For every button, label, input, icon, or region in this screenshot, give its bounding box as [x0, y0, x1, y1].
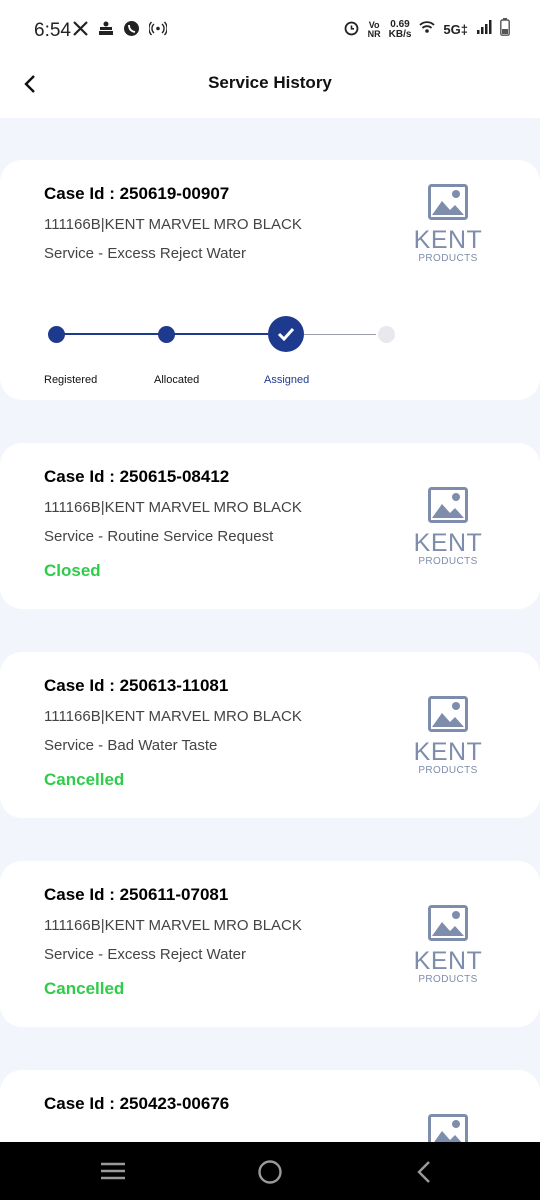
brand-logo-text: KENT — [413, 738, 483, 766]
hotspot-icon — [148, 20, 168, 42]
service-history-list[interactable]: Case Id : 250619-00907 111166B|KENT MARV… — [0, 118, 540, 1142]
product-name: 111166B|KENT MARVEL MRO BLACK — [44, 917, 302, 934]
signal-icon — [476, 19, 492, 40]
product-name: 111166B|KENT MARVEL MRO BLACK — [44, 708, 302, 725]
net-speed: 0.69 KB/s — [388, 18, 412, 40]
step-dot-assigned — [268, 316, 304, 352]
brand-logo-text: KENT — [413, 529, 483, 557]
product-thumbnail — [410, 1114, 486, 1142]
status-tracker: Registered Allocated Assigned — [0, 310, 540, 386]
step-label-registered: Registered — [44, 374, 98, 386]
system-nav-bar — [0, 1142, 540, 1200]
service-card[interactable]: Case Id : 250423-00676 — [0, 1070, 540, 1142]
step-label-assigned: Assigned — [264, 374, 310, 386]
brand-sub-text: PRODUCTS — [418, 556, 478, 567]
recents-icon — [101, 1162, 125, 1180]
home-icon — [258, 1160, 282, 1184]
service-type: Service - Excess Reject Water — [44, 946, 246, 963]
alarm-icon — [343, 19, 360, 41]
brand-sub-text: PRODUCTS — [418, 765, 478, 776]
system-back-button[interactable] — [416, 1160, 432, 1189]
status-bar: 6:54 Vo NR 0.69 KB/s 5G‡ — [0, 0, 540, 62]
status-right-icons: Vo NR 0.69 KB/s 5G‡ — [343, 18, 510, 41]
notification-app-icon — [98, 20, 114, 42]
recents-button[interactable] — [100, 1162, 126, 1185]
app-header: Service History — [0, 62, 540, 118]
step-dot-pending — [378, 326, 395, 343]
brand-sub-text: PRODUCTS — [418, 974, 478, 985]
case-id: Case Id : 250611-07081 — [44, 885, 229, 904]
service-card[interactable]: Case Id : 250619-00907 111166B|KENT MARV… — [0, 160, 540, 400]
service-type: Service - Routine Service Request — [44, 528, 274, 545]
nr-label: NR — [367, 28, 381, 39]
image-placeholder-icon — [428, 1114, 468, 1142]
product-thumbnail: KENT PRODUCTS — [410, 184, 486, 264]
brand-logo-text: KENT — [413, 947, 483, 975]
whatsapp-icon — [123, 20, 140, 42]
image-placeholder-icon — [428, 184, 468, 220]
service-card[interactable]: Case Id : 250615-08412 111166B|KENT MARV… — [0, 443, 540, 609]
network-type: 5G‡ — [443, 22, 468, 37]
vonr-icon: Vo NR — [367, 20, 381, 39]
battery-icon — [500, 18, 510, 41]
wifi-icon — [419, 20, 436, 39]
x-logo-icon — [72, 20, 89, 42]
case-id: Case Id : 250615-08412 — [44, 467, 230, 486]
step-dot-allocated — [158, 326, 175, 343]
image-placeholder-icon — [428, 487, 468, 523]
image-placeholder-icon — [428, 696, 468, 732]
case-id: Case Id : 250423-00676 — [44, 1094, 230, 1113]
service-type: Service - Bad Water Taste — [44, 737, 218, 754]
image-placeholder-icon — [428, 905, 468, 941]
check-icon — [277, 327, 295, 341]
case-id: Case Id : 250613-11081 — [44, 676, 229, 695]
step-dot-registered — [48, 326, 65, 343]
brand-logo-text: KENT — [413, 226, 483, 254]
status-label: Cancelled — [44, 979, 125, 998]
status-time: 6:54 — [34, 20, 71, 41]
home-button[interactable] — [257, 1159, 283, 1190]
back-icon — [417, 1161, 430, 1183]
tracker-line-pending — [304, 334, 376, 335]
product-thumbnail: KENT PRODUCTS — [410, 905, 486, 985]
product-thumbnail: KENT PRODUCTS — [410, 696, 486, 776]
page-title: Service History — [208, 73, 332, 92]
product-name: 111166B|KENT MARVEL MRO BLACK — [44, 216, 302, 233]
service-type: Service - Excess Reject Water — [44, 245, 246, 262]
net-speed-unit: KB/s — [388, 28, 412, 40]
brand-sub-text: PRODUCTS — [418, 253, 478, 264]
status-label: Closed — [44, 561, 101, 580]
step-label-allocated: Allocated — [154, 374, 200, 386]
status-left-icons — [72, 20, 168, 42]
net-speed-value: 0.69 — [390, 18, 410, 30]
case-id: Case Id : 250619-00907 — [44, 184, 230, 203]
product-thumbnail: KENT PRODUCTS — [410, 487, 486, 567]
status-label: Cancelled — [44, 770, 125, 789]
service-card[interactable]: Case Id : 250611-07081 111166B|KENT MARV… — [0, 861, 540, 1027]
product-name: 111166B|KENT MARVEL MRO BLACK — [44, 499, 302, 516]
service-card[interactable]: Case Id : 250613-11081 111166B|KENT MARV… — [0, 652, 540, 818]
